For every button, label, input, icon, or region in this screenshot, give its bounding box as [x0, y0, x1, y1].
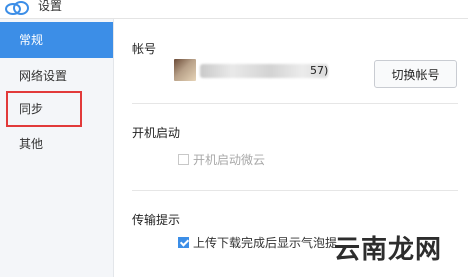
switch-account-button[interactable]: 切换帐号	[374, 60, 457, 88]
account-name-blurred	[200, 64, 328, 78]
startup-checkbox[interactable]	[178, 154, 189, 165]
title-bar: 设置	[0, 0, 468, 19]
transfer-section-title: 传输提示	[132, 213, 181, 227]
sidebar-item-other[interactable]: 其他	[0, 126, 113, 162]
sidebar-item-sync[interactable]: 同步	[6, 91, 82, 127]
sidebar-item-network[interactable]: 网络设置	[0, 58, 113, 94]
window-title: 设置	[38, 0, 63, 13]
sidebar: 常规 网络设置 同步 其他	[0, 19, 114, 277]
startup-option-label: 开机启动微云	[193, 153, 266, 167]
avatar	[174, 59, 196, 81]
divider	[132, 190, 458, 191]
transfer-checkbox[interactable]	[178, 237, 189, 248]
startup-option[interactable]: 开机启动微云	[178, 151, 265, 168]
transfer-option[interactable]: 上传下载完成后显示气泡提	[178, 234, 337, 251]
sidebar-item-general[interactable]: 常规	[0, 22, 113, 58]
transfer-option-label: 上传下载完成后显示气泡提	[193, 236, 338, 250]
account-section-title: 帐号	[132, 42, 157, 56]
account-id-suffix: 57)	[310, 64, 329, 77]
weiyun-cloud-icon	[4, 0, 30, 19]
startup-section-title: 开机启动	[132, 126, 181, 140]
divider	[132, 103, 458, 104]
watermark: 云南龙网	[334, 235, 443, 265]
